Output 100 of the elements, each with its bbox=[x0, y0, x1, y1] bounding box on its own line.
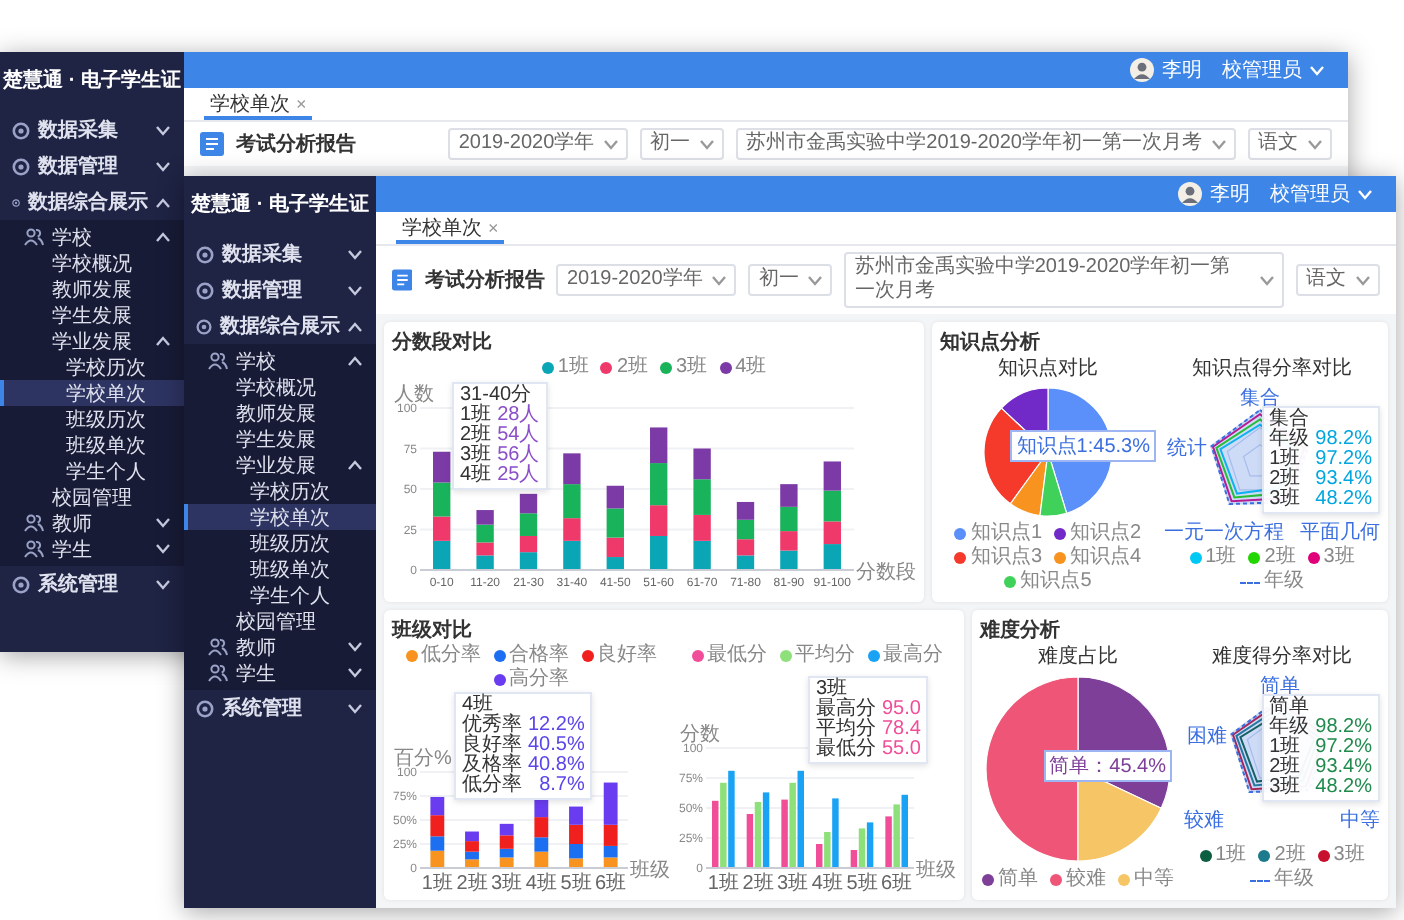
role-menu[interactable]: 校管理员 bbox=[1222, 56, 1302, 84]
people-icon bbox=[24, 540, 44, 558]
sidebar-item[interactable]: 学校概况 bbox=[0, 250, 184, 276]
sidebar-item[interactable]: 系统管理 bbox=[0, 566, 184, 602]
avatar-icon[interactable] bbox=[1130, 58, 1154, 82]
sidebar-item[interactable]: 学校概况 bbox=[184, 374, 376, 400]
sidebar-item[interactable]: 教师发展 bbox=[0, 276, 184, 302]
chevron-icon[interactable] bbox=[348, 285, 362, 295]
sidebar-item[interactable]: 数据综合展示 bbox=[0, 184, 184, 220]
sidebar-item[interactable]: 班级历次 bbox=[184, 530, 376, 556]
axis-title: 班级 bbox=[630, 860, 670, 882]
sidebar-item[interactable]: 校园管理 bbox=[184, 608, 376, 634]
tooltip-value: 25人 bbox=[497, 466, 540, 486]
sidebar-item[interactable]: 教师 bbox=[0, 510, 184, 536]
legend-label: 良好率 bbox=[597, 644, 657, 668]
tooltip-label: 年级 bbox=[1269, 718, 1310, 738]
caret-icon[interactable] bbox=[1356, 275, 1370, 285]
legend-label: 知识点2 bbox=[1070, 522, 1142, 545]
sidebar-item[interactable]: 学生发展 bbox=[0, 302, 184, 328]
sidebar-item[interactable]: 班级单次 bbox=[0, 432, 184, 458]
sidebar-item[interactable]: 学生 bbox=[0, 536, 184, 562]
sidebar-item[interactable]: 数据综合展示 bbox=[184, 308, 376, 344]
chevron-icon[interactable] bbox=[156, 336, 170, 346]
tooltip-label: 低分率 bbox=[462, 776, 522, 796]
legend-label: 2班 bbox=[1274, 844, 1306, 868]
people-icon bbox=[208, 638, 228, 656]
chevron-icon[interactable] bbox=[348, 249, 362, 259]
caret-icon[interactable] bbox=[1308, 139, 1322, 149]
axis-label: 平面几何 bbox=[1300, 522, 1380, 544]
caret-icon[interactable] bbox=[1212, 139, 1226, 149]
caret-icon[interactable] bbox=[1260, 275, 1274, 285]
chevron-icon[interactable] bbox=[156, 579, 170, 589]
bar bbox=[823, 544, 841, 570]
bar bbox=[650, 427, 668, 464]
chevron-icon[interactable] bbox=[156, 197, 170, 207]
chevron-icon[interactable] bbox=[156, 518, 170, 528]
tooltip-value: 56人 bbox=[497, 446, 540, 466]
chevron-icon[interactable] bbox=[156, 232, 170, 242]
sidebar-item[interactable]: 系统管理 bbox=[184, 690, 376, 726]
dropdown[interactable]: 语文 bbox=[1248, 128, 1332, 160]
dropdown[interactable]: 苏州市金禹实验中学2019-2020学年初一第一次月考 bbox=[736, 128, 1236, 160]
chevron-icon[interactable] bbox=[348, 321, 362, 331]
dropdown[interactable]: 初一 bbox=[748, 264, 833, 296]
caret-icon[interactable] bbox=[808, 275, 823, 285]
sidebar-item[interactable]: 学生发展 bbox=[184, 426, 376, 452]
people-icon bbox=[24, 514, 44, 532]
caret-icon[interactable] bbox=[604, 139, 619, 149]
caret-icon[interactable] bbox=[712, 275, 727, 285]
sidebar-item[interactable]: 校园管理 bbox=[0, 484, 184, 510]
bar bbox=[693, 540, 711, 570]
axis-label: 1班 bbox=[421, 873, 453, 892]
sidebar-item[interactable]: 数据管理 bbox=[0, 148, 184, 184]
sidebar-item[interactable]: 学校 bbox=[184, 348, 376, 374]
chevron-icon[interactable] bbox=[348, 460, 362, 470]
tooltip-value: 97.2% bbox=[1315, 738, 1372, 758]
chevron-icon[interactable] bbox=[348, 356, 362, 366]
bar bbox=[433, 540, 451, 570]
dropdown[interactable]: 苏州市金禹实验中学2019-2020学年初一第一次月考 bbox=[844, 252, 1284, 308]
sidebar-item[interactable]: 学业发展 bbox=[0, 328, 184, 354]
chevron-icon[interactable] bbox=[348, 668, 362, 678]
circle-icon bbox=[196, 699, 214, 717]
axis-label: 统计 bbox=[1166, 437, 1207, 460]
dropdown[interactable]: 语文 bbox=[1296, 264, 1380, 296]
chevron-icon[interactable] bbox=[156, 125, 170, 135]
sidebar-item[interactable]: 学校单次 bbox=[184, 504, 376, 530]
sidebar-item[interactable]: 学校 bbox=[0, 224, 184, 250]
chevron-icon[interactable] bbox=[348, 642, 362, 652]
bar bbox=[780, 531, 798, 551]
sidebar-item[interactable]: 数据采集 bbox=[184, 236, 376, 272]
sidebar-item[interactable]: 教师 bbox=[184, 634, 376, 660]
axis-label: 中等 bbox=[1340, 810, 1380, 832]
dropdown[interactable]: 2019-2020学年 bbox=[448, 128, 629, 160]
legend-label: 年级 bbox=[1264, 570, 1304, 594]
sidebar-item[interactable]: 学生 bbox=[184, 660, 376, 686]
sidebar-item[interactable]: 学校历次 bbox=[184, 478, 376, 504]
axis-label: 集合 bbox=[1240, 388, 1280, 410]
dropdown[interactable]: 初一 bbox=[640, 128, 725, 160]
sidebar-item[interactable]: 数据管理 bbox=[184, 272, 376, 308]
axis-title: 分数 bbox=[680, 724, 720, 746]
report-icon bbox=[200, 132, 224, 156]
chevron-icon[interactable] bbox=[156, 544, 170, 554]
sidebar-item[interactable]: 学生个人 bbox=[0, 458, 184, 484]
sidebar-item[interactable]: 学业发展 bbox=[184, 452, 376, 478]
sidebar-item[interactable]: 班级历次 bbox=[0, 406, 184, 432]
dropdown[interactable]: 2019-2020学年 bbox=[556, 264, 737, 296]
caret-icon[interactable] bbox=[700, 139, 715, 149]
sidebar-item[interactable]: 学校单次 bbox=[0, 380, 184, 406]
sidebar-item[interactable]: 学校历次 bbox=[0, 354, 184, 380]
role-menu[interactable]: 校管理员 bbox=[1270, 180, 1350, 208]
tooltip-label: 3班 bbox=[1269, 490, 1301, 510]
legend-label: 4班 bbox=[735, 356, 767, 380]
chevron-icon[interactable] bbox=[348, 703, 362, 713]
axis-title: 班级 bbox=[916, 860, 956, 882]
axis-label: 3班 bbox=[491, 873, 523, 892]
avatar-icon[interactable] bbox=[1178, 182, 1202, 206]
sidebar-item[interactable]: 教师发展 bbox=[184, 400, 376, 426]
sidebar-item[interactable]: 学生个人 bbox=[184, 582, 376, 608]
sidebar-item[interactable]: 班级单次 bbox=[184, 556, 376, 582]
chevron-icon[interactable] bbox=[156, 161, 170, 171]
sidebar-item[interactable]: 数据采集 bbox=[0, 112, 184, 148]
